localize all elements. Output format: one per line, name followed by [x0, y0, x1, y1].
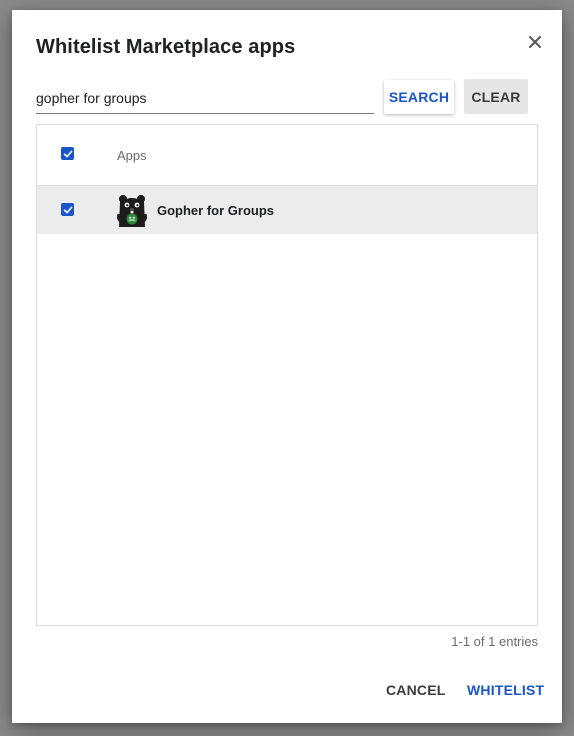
app-name: Gopher for Groups: [157, 203, 274, 218]
column-header-apps[interactable]: Apps: [117, 148, 147, 163]
close-button[interactable]: [525, 32, 545, 52]
table-header: Apps: [37, 125, 537, 186]
select-all-checkbox[interactable]: [61, 147, 74, 160]
cancel-button[interactable]: CANCEL: [386, 682, 446, 698]
whitelist-button[interactable]: WHITELIST: [467, 682, 544, 698]
checkmark-icon: [63, 206, 72, 213]
checkmark-icon: [63, 150, 72, 157]
close-icon: [529, 36, 541, 48]
whitelist-dialog: Whitelist Marketplace apps SEARCH CLEAR …: [12, 10, 562, 723]
clear-button[interactable]: CLEAR: [464, 79, 528, 114]
row-checkbox[interactable]: [61, 203, 74, 216]
apps-table: Apps Gopher for Groups: [36, 124, 538, 626]
gopher-app-icon: [117, 195, 147, 227]
dialog-title: Whitelist Marketplace apps: [36, 36, 296, 58]
search-input[interactable]: [36, 80, 374, 114]
table-row[interactable]: Gopher for Groups: [37, 186, 537, 234]
search-row: SEARCH CLEAR: [36, 79, 538, 116]
pagination-entries: 1-1 of 1 entries: [451, 634, 538, 649]
search-button[interactable]: SEARCH: [384, 80, 454, 114]
